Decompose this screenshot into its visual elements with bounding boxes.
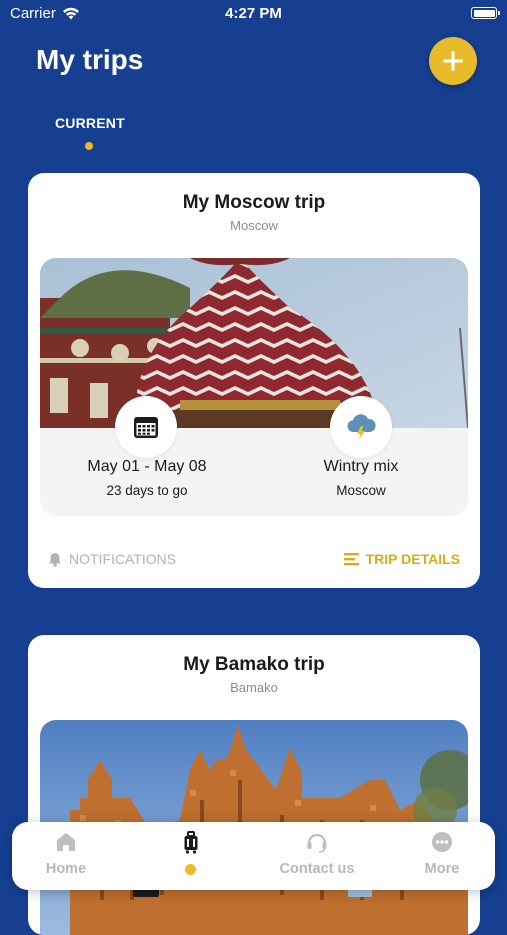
tab-more-label: More xyxy=(424,861,460,877)
trip-info-panel: May 01 - May 08 23 days to go Wintry mix… xyxy=(40,258,468,516)
bottom-tab-bar: Home Contact us More xyxy=(12,822,495,890)
trip-photo-moscow xyxy=(40,258,468,428)
trip-card-bamako[interactable]: My Bamako trip Bamako xyxy=(28,635,480,935)
tab-contact-label: Contact us xyxy=(279,861,355,877)
tab-contact[interactable]: Contact us xyxy=(257,822,377,890)
tab-active-indicator xyxy=(85,142,93,150)
trip-details-button[interactable]: TRIP DETAILS xyxy=(343,551,460,567)
tab-active-indicator xyxy=(185,864,196,875)
thunder-cloud-icon xyxy=(347,414,376,440)
tab-more[interactable]: More xyxy=(382,822,502,890)
calendar-icon xyxy=(134,417,158,438)
calendar-badge xyxy=(115,396,177,458)
bell-icon xyxy=(49,552,61,567)
notifications-label: NOTIFICATIONS xyxy=(69,551,177,567)
trip-details-label: TRIP DETAILS xyxy=(365,551,460,567)
more-dots-icon xyxy=(432,832,452,852)
notifications-button[interactable]: NOTIFICATIONS xyxy=(48,551,176,567)
list-icon xyxy=(343,553,359,566)
weather-location: Moscow xyxy=(336,483,386,498)
home-icon xyxy=(57,833,75,851)
luggage-icon xyxy=(184,831,198,854)
tab-home-label: Home xyxy=(45,861,87,877)
tab-trips[interactable] xyxy=(131,822,251,890)
tab-current[interactable]: CURRENT xyxy=(55,115,125,131)
tab-home[interactable]: Home xyxy=(6,822,126,890)
battery-icon xyxy=(471,7,500,19)
add-trip-button[interactable] xyxy=(429,37,477,85)
trip-title: My Bamako trip xyxy=(183,654,325,675)
trip-city: Bamako xyxy=(230,680,278,695)
trip-title: My Moscow trip xyxy=(182,192,326,213)
status-time: 4:27 PM xyxy=(225,5,282,22)
trip-city: Moscow xyxy=(230,218,278,233)
trip-countdown: 23 days to go xyxy=(106,483,188,498)
trip-dates: May 01 - May 08 xyxy=(87,458,207,475)
headset-icon xyxy=(307,833,327,853)
weather-badge xyxy=(330,396,392,458)
page-title: My trips xyxy=(36,44,144,75)
weather-condition: Wintry mix xyxy=(323,458,399,475)
trip-card-moscow[interactable]: My Moscow trip Moscow May 01 - May 08 23… xyxy=(28,173,480,588)
plus-icon xyxy=(443,51,463,71)
status-bar: Carrier 4:27 PM xyxy=(0,0,507,28)
